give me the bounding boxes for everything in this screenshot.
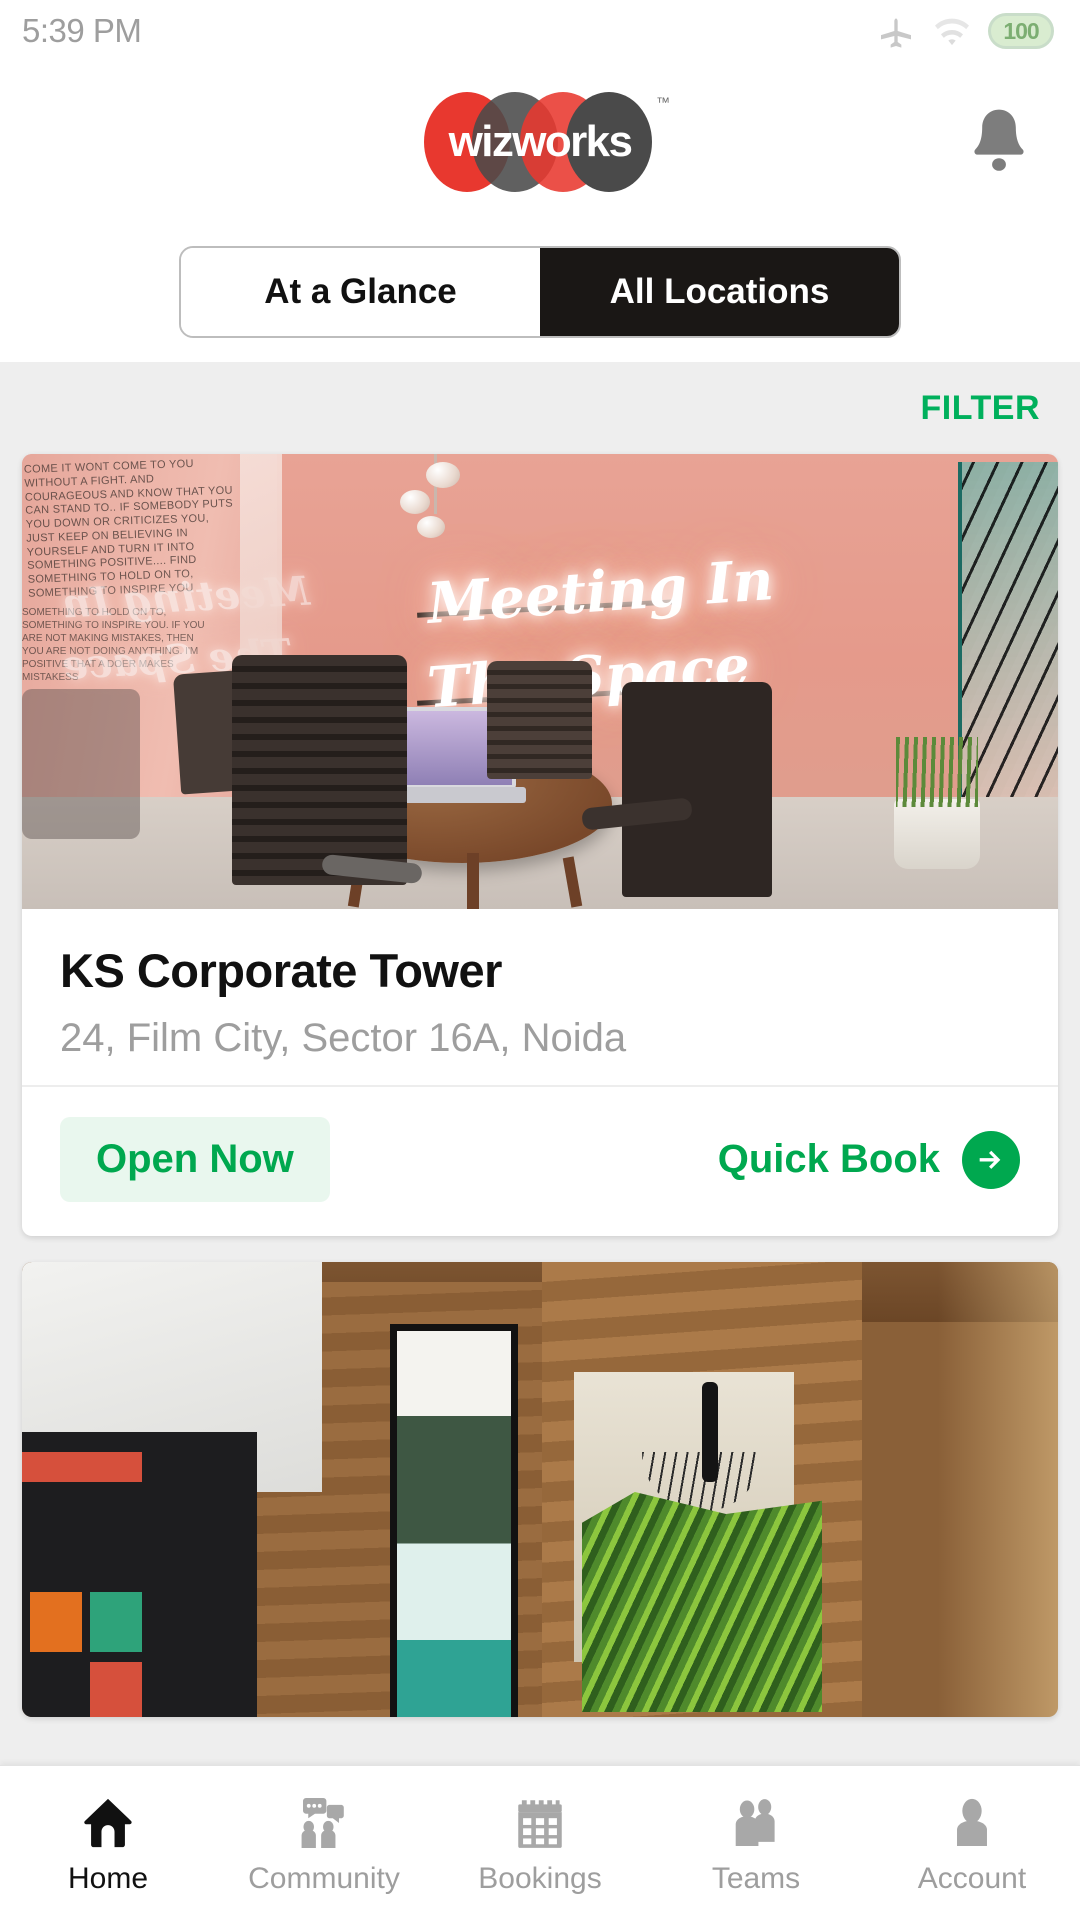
logo-wordmark: wizworks (424, 120, 656, 164)
nav-label-home: Home (67, 1862, 149, 1895)
meeting-room-image: COME IT WONT COME TO YOU WITHOUT A FIGHT… (22, 454, 1058, 909)
nav-item-community[interactable]: Community (216, 1766, 432, 1920)
notifications-button[interactable] (954, 97, 1044, 187)
nav-label-bookings: Bookings (478, 1862, 602, 1895)
neon-sign-line1: Meeting In (425, 546, 776, 638)
locations-list[interactable]: FILTER COME IT WONT COME TO YOU WITHOUT … (0, 362, 1080, 1765)
waterfall-artwork (390, 1324, 518, 1717)
tab-switcher: At a Glance All Locations (179, 246, 901, 338)
filter-bar: FILTER (0, 362, 1080, 454)
people-icon (725, 1790, 787, 1852)
battery-level: 100 (1003, 17, 1039, 44)
battery-indicator: 100 (988, 13, 1054, 49)
filter-button[interactable]: FILTER (921, 389, 1040, 428)
location-photo: COME IT WONT COME TO YOU WITHOUT A FIGHT… (22, 454, 1058, 909)
location-card-body: KS Corporate Tower 24, Film City, Sector… (22, 909, 1058, 1085)
lobby-image (22, 1262, 1058, 1717)
tab-all-locations[interactable]: All Locations (540, 248, 899, 336)
status-time: 5:39 PM (22, 12, 142, 49)
nav-label-account: Account (917, 1862, 1027, 1895)
app-root: 5:39 PM 100 wizworks ™ At a Glance All L… (0, 0, 1080, 1920)
location-photo (22, 1262, 1058, 1717)
location-card-actions: Open Now Quick Book (22, 1087, 1058, 1236)
home-icon (77, 1790, 139, 1852)
hanging-plants (582, 1492, 822, 1712)
location-name: KS Corporate Tower (60, 944, 502, 997)
wizworks-logo: wizworks ™ (424, 92, 670, 192)
logo-text-works: works (512, 117, 633, 166)
person-icon (941, 1790, 1003, 1852)
airplane-mode-icon (881, 18, 911, 48)
nav-item-teams[interactable]: Teams (648, 1766, 864, 1920)
logo-text-wiz: wiz (448, 117, 514, 166)
location-card[interactable]: COME IT WONT COME TO YOU WITHOUT A FIGHT… (22, 454, 1058, 1236)
nav-item-account[interactable]: Account (864, 1766, 1080, 1920)
arrow-right-circle-icon (962, 1130, 1020, 1189)
nav-item-bookings[interactable]: Bookings (432, 1766, 648, 1920)
chat-people-icon (293, 1790, 355, 1852)
bell-icon (974, 109, 1024, 171)
calendar-icon (509, 1790, 571, 1852)
bottom-navigation: Home Community Bookings Teams Account (0, 1765, 1080, 1920)
wifi-icon (935, 18, 969, 46)
location-card[interactable] (22, 1262, 1058, 1717)
app-header: wizworks ™ (0, 62, 1080, 222)
tab-switcher-zone: At a Glance All Locations (0, 222, 1080, 362)
quick-book-button[interactable]: Quick Book (717, 1130, 1020, 1189)
status-bar: 5:39 PM 100 (0, 0, 1080, 62)
trademark-symbol: ™ (656, 94, 670, 110)
nav-item-home[interactable]: Home (0, 1766, 216, 1920)
location-address: 24, Film City, Sector 16A, Noida (60, 1016, 627, 1060)
status-badge: Open Now (60, 1117, 330, 1202)
status-icons: 100 (876, 11, 1054, 51)
tab-at-a-glance[interactable]: At a Glance (181, 248, 540, 336)
nav-label-community: Community (248, 1862, 400, 1895)
quick-book-label: Quick Book (717, 1137, 940, 1181)
nav-label-teams: Teams (711, 1862, 801, 1895)
potted-plant (894, 737, 980, 869)
